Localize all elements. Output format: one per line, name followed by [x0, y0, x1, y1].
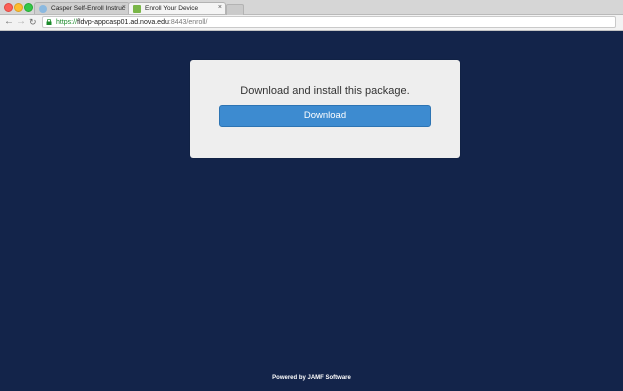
- browser-toolbar: ← → ↻ https://fldvp-appcasp01.ad.nova.ed…: [0, 15, 623, 31]
- url-host: fldvp-appcasp01.ad.nova.edu: [77, 19, 169, 26]
- back-arrow-icon[interactable]: ←: [4, 16, 14, 28]
- browser-window: Casper Self-Enroll Instruc × Enroll Your…: [0, 0, 623, 391]
- download-instructions: Download and install this package.: [240, 85, 410, 97]
- url-path: :8443/enroll/: [168, 19, 208, 26]
- window-maximize-button[interactable]: [24, 3, 33, 12]
- jamf-favicon-icon: [133, 5, 141, 13]
- lock-icon: [46, 19, 52, 25]
- forward-arrow-icon[interactable]: →: [16, 16, 26, 28]
- reload-icon[interactable]: ↻: [29, 16, 37, 28]
- window-close-button[interactable]: [4, 3, 13, 12]
- tab-close-icon[interactable]: ×: [218, 4, 222, 11]
- url-scheme: https://: [56, 19, 78, 26]
- window-minimize-button[interactable]: [14, 3, 23, 12]
- tab-enroll-device[interactable]: Enroll Your Device ×: [128, 2, 226, 14]
- tab-strip: Casper Self-Enroll Instruc × Enroll Your…: [0, 0, 623, 15]
- download-button[interactable]: Download: [219, 105, 431, 127]
- casper-favicon-icon: [39, 5, 47, 13]
- enroll-page: Download and install this package. Downl…: [0, 31, 623, 391]
- tab-casper-instructions[interactable]: Casper Self-Enroll Instruc ×: [34, 2, 130, 14]
- powered-by-footer: Powered by JAMF Software: [272, 375, 351, 381]
- tab-title: Enroll Your Device: [145, 5, 199, 12]
- tab-close-icon[interactable]: ×: [122, 4, 126, 11]
- address-bar[interactable]: https://fldvp-appcasp01.ad.nova.edu:8443…: [42, 16, 616, 28]
- tab-title: Casper Self-Enroll Instruc: [51, 5, 126, 12]
- download-card: Download and install this package. Downl…: [190, 60, 460, 158]
- new-tab-button[interactable]: [226, 4, 244, 15]
